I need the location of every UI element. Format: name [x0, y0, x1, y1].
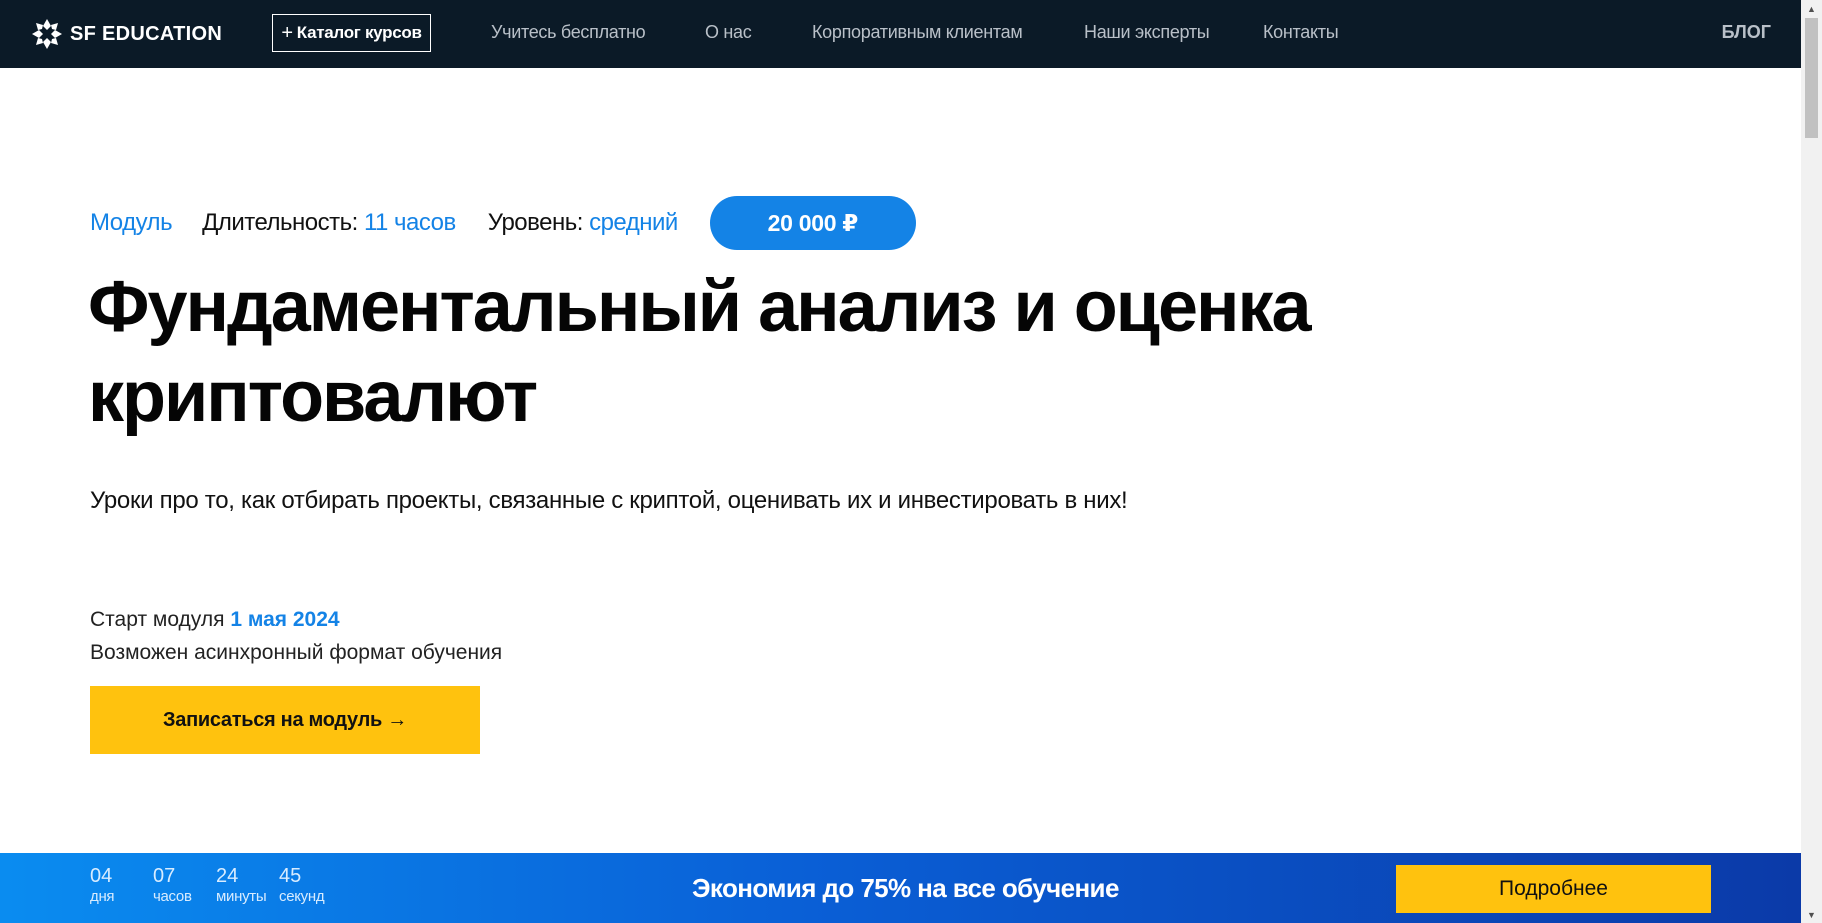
countdown-seconds-label: секунд [279, 888, 325, 905]
countdown-minutes-value: 24 [216, 865, 239, 887]
logo-snowflake-icon [32, 19, 62, 49]
more-details-button[interactable]: Подробнее [1396, 865, 1711, 913]
countdown-days: 04 дня [90, 865, 153, 907]
top-navigation-bar: SF EDUCATION + Каталог курсов Учитесь бе… [0, 0, 1801, 68]
title-line-2: криптовалют [88, 357, 538, 437]
course-meta-row: Модуль Длительность: 11 часов Уровень: с… [90, 196, 916, 250]
countdown-minutes: 24 минуты [216, 865, 279, 907]
logo[interactable]: SF EDUCATION [30, 17, 222, 51]
countdown-days-label: дня [90, 888, 115, 905]
start-label: Старт модуля [90, 608, 225, 631]
duration-value: 11 часов [363, 209, 456, 236]
enroll-button[interactable]: Записаться на модуль → [90, 686, 480, 754]
course-duration: Длительность: 11 часов [202, 209, 456, 237]
scroll-up-arrow-icon[interactable]: ▲ [1801, 0, 1822, 17]
nav-learn-free[interactable]: Учитесь бесплатно [491, 22, 646, 43]
title-line-1: Фундаментальный анализ и оценка [88, 267, 1312, 347]
page-title: Фундаментальный анализ и оценка криптова… [88, 262, 1488, 442]
countdown-days-value: 04 [90, 865, 113, 887]
countdown-minutes-label: минуты [216, 888, 267, 905]
duration-label: Длительность: [202, 209, 358, 236]
module-start: Старт модуля 1 мая 2024 [90, 608, 340, 632]
nav-experts[interactable]: Наши эксперты [1084, 22, 1210, 43]
nav-corporate[interactable]: Корпоративным клиентам [812, 22, 1023, 43]
price-badge: 20 000 ₽ [709, 196, 916, 250]
start-date: 1 мая 2024 [230, 608, 340, 631]
course-type: Модуль [90, 209, 173, 236]
catalog-button-label: Каталог курсов [296, 23, 422, 42]
learning-format: Возможен асинхронный формат обучения [90, 641, 503, 664]
nav-contacts[interactable]: Контакты [1263, 22, 1339, 43]
page-scrollbar[interactable]: ▲ ▼ [1801, 0, 1822, 923]
nav-blog[interactable]: БЛОГ [1722, 22, 1771, 43]
countdown-hours: 07 часов [153, 865, 216, 907]
promo-banner: 04 дня 07 часов 24 минуты 45 секунд Экон… [0, 853, 1801, 923]
catalog-button[interactable]: + Каталог курсов [272, 14, 431, 52]
course-description: Уроки про то, как отбирать проекты, связ… [90, 487, 1128, 514]
countdown-seconds-value: 45 [279, 865, 302, 887]
nav-about[interactable]: О нас [705, 22, 752, 43]
logo-text: SF EDUCATION [70, 22, 223, 45]
countdown-timer: 04 дня 07 часов 24 минуты 45 секунд [90, 865, 342, 907]
scroll-thumb[interactable] [1805, 18, 1818, 138]
scroll-down-arrow-icon[interactable]: ▼ [1801, 906, 1822, 923]
countdown-hours-value: 07 [153, 865, 176, 887]
level-value: средний [589, 209, 678, 236]
plus-icon: + [281, 22, 293, 44]
countdown-hours-label: часов [153, 888, 192, 905]
promo-text: Экономия до 75% на все обучение [692, 873, 1119, 903]
level-label: Уровень: [487, 209, 584, 236]
countdown-seconds: 45 секунд [279, 865, 342, 907]
course-level: Уровень: средний [487, 209, 679, 237]
